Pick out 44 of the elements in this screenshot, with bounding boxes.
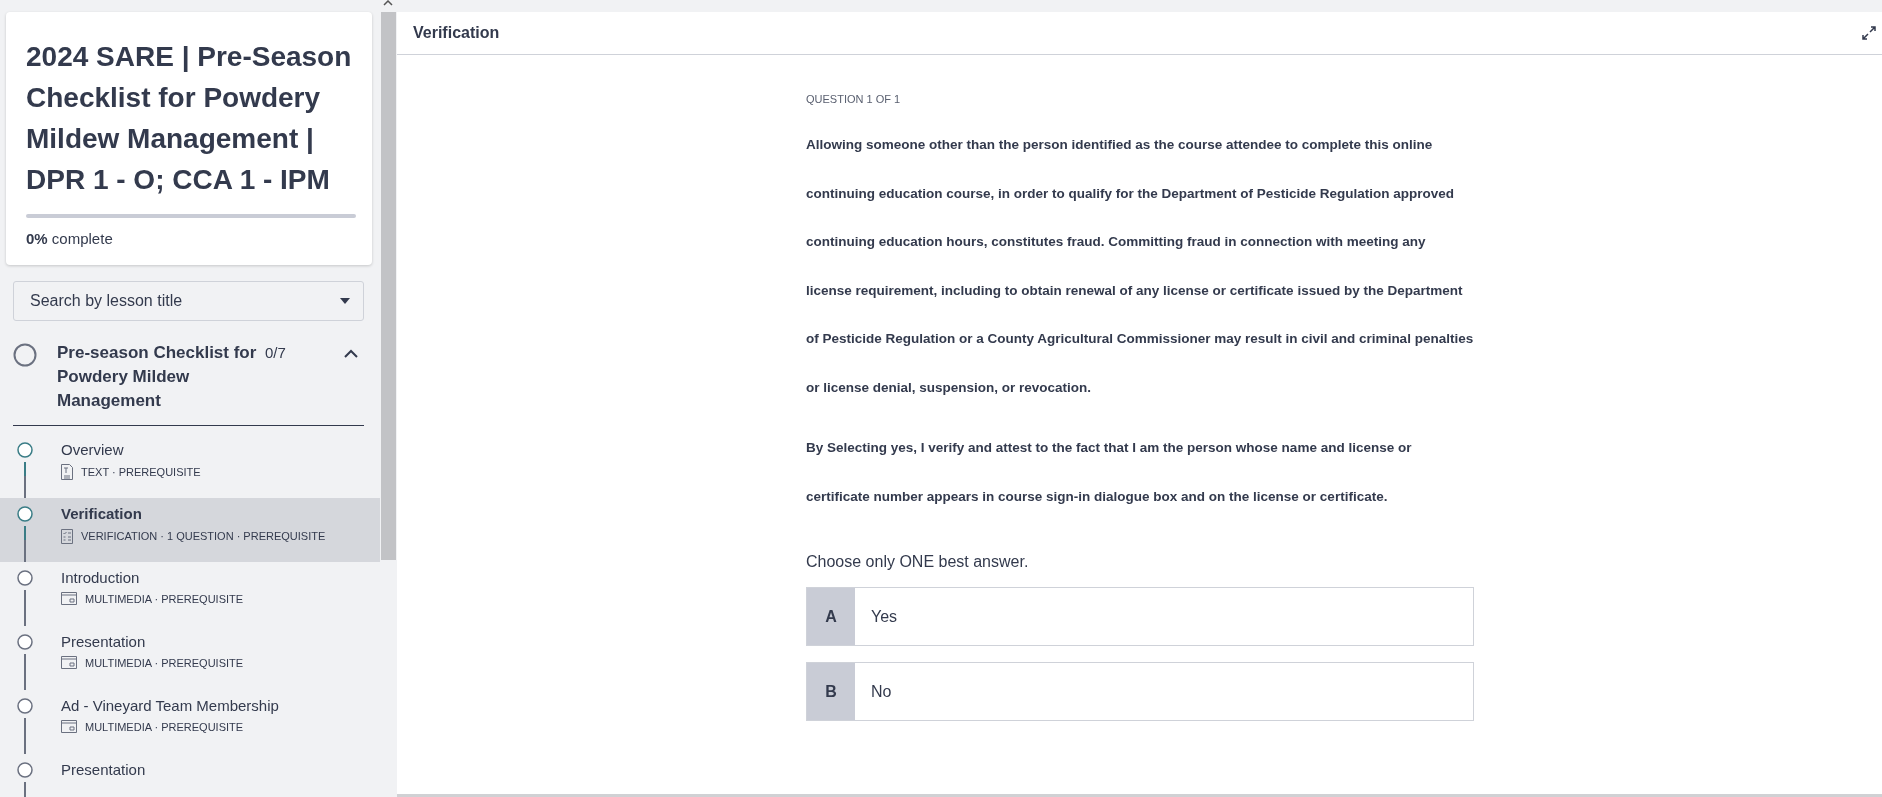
lesson-title: Presentation [61, 760, 146, 780]
section-count: 0/7 [265, 343, 286, 363]
scroll-up-icon[interactable] [383, 0, 393, 6]
answer-option[interactable]: A Yes [806, 587, 1474, 646]
lesson-item[interactable]: Overview TEXT · PREREQUISITE [0, 434, 380, 498]
panel-title: Verification [413, 24, 500, 42]
caret-icon [340, 298, 350, 304]
lesson-item[interactable]: Presentation MULTIMEDIA · PREREQUISITE [0, 626, 380, 690]
instruction-text: Choose only ONE best answer. [806, 553, 1030, 571]
media-window-icon [61, 592, 77, 605]
answer-option[interactable]: B No [806, 662, 1474, 721]
scrollbar-thumb[interactable] [381, 12, 396, 560]
lesson-title: Introduction [61, 568, 141, 588]
lesson-item[interactable]: Introduction MULTIMEDIA · PREREQUISITE [0, 562, 380, 626]
lesson-title: Presentation [61, 632, 147, 652]
answer-letter: B [807, 663, 855, 720]
lesson-item[interactable]: Ad - Vineyard Team Membership MULTIMEDIA · PREREQUISITE [0, 690, 380, 754]
lesson-title: Ad - Vineyard Team Membership [61, 696, 279, 716]
lesson-meta: MULTIMEDIA · PREREQUISITE [85, 592, 244, 605]
section-title: Pre-season Checklist for Powdery Mildew Management [57, 342, 257, 412]
lesson-title: Overview [61, 440, 125, 460]
answer-text: Yes [870, 606, 898, 627]
progress-circle-icon [13, 343, 37, 367]
expand-icon[interactable] [1862, 26, 1876, 40]
media-window-icon [61, 720, 77, 733]
progress-text: 0% complete [26, 230, 114, 247]
question-paragraph: By Selecting yes, I verify and attest to the fact that I am the person whose name and license or certificate number appears in course sign-in dialogue box and on the license or certificate. [806, 439, 1413, 506]
course-title: 2024 SARE | Pre-Season Checklist for Powdery Mildew Management | DPR 1 - O; CCA 1 - IPM [26, 40, 353, 197]
lesson-item[interactable]: Presentation [0, 754, 380, 797]
text-document-icon [61, 464, 73, 480]
lesson-meta: MULTIMEDIA · PREREQUISITE [85, 656, 244, 669]
media-window-icon [61, 656, 77, 669]
section-header[interactable]: Pre-season Checklist for Powdery Mildew Management 0/7 [13, 341, 364, 426]
answer-text: No [870, 681, 892, 702]
lesson-meta: MULTIMEDIA · PREREQUISITE [85, 720, 244, 733]
answer-letter: A [807, 588, 855, 645]
lesson-meta: VERIFICATION · 1 QUESTION · PREREQUISITE [81, 530, 326, 542]
search-dropdown[interactable]: Search by lesson title [13, 281, 364, 321]
checklist-icon [61, 528, 73, 544]
question-paragraph: Allowing someone other than the person identified as the course attendee to complete this online continuing education course, in order to qualify for the Department of Pesticide Regulation approved continuing education hours, constitutes fraud. Committing fraud in connection with meeting any license requirement, including to obtain renewal of any license or certificate issued by the Department of Pesticide Regulation or a County Agricultural Commissioner may result in civil and criminal penalties or license denial, suspension, or revocation. [806, 136, 1474, 397]
lesson-meta: TEXT · PREREQUISITE [81, 466, 201, 478]
lesson-item[interactable]: Verification VERIFICATION · 1 QUESTION · PREREQUISITE [0, 498, 380, 562]
lesson-title: Verification [61, 504, 143, 524]
question-counter: QUESTION 1 OF 1 [806, 93, 902, 105]
